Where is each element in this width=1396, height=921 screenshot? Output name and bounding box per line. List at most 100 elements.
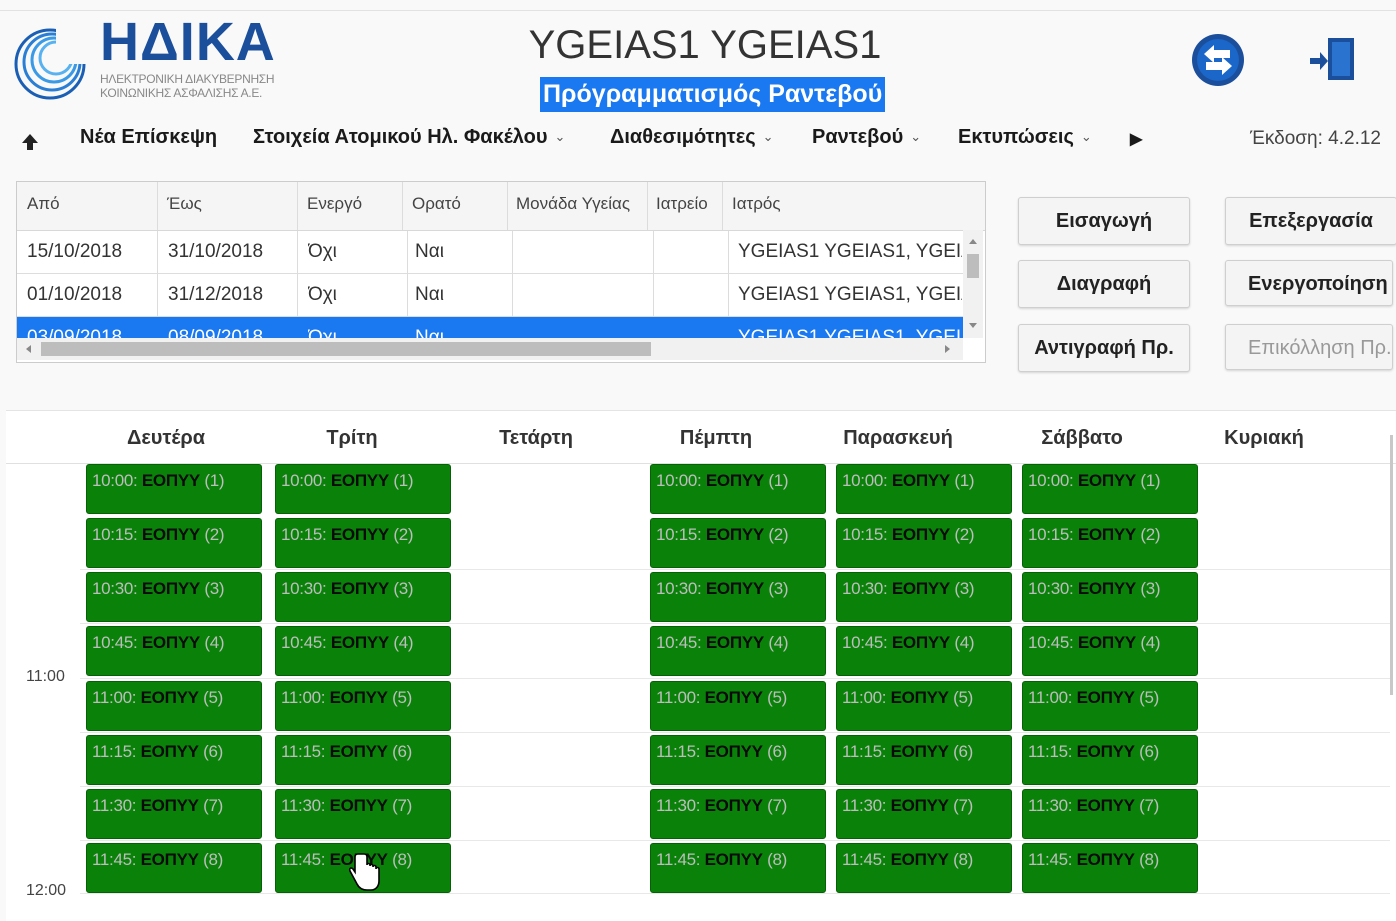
table-row[interactable]: 15/10/2018 31/10/2018 Όχι Ναι YGEIAS1 YG…: [17, 231, 963, 274]
appointment-slot[interactable]: 10:30: ΕΟΠΥΥ (3): [836, 572, 1012, 622]
appointment-slot[interactable]: 10:15: ΕΟΠΥΥ (2): [650, 518, 826, 568]
appointment-slot[interactable]: 10:00: ΕΟΠΥΥ (1): [836, 464, 1012, 514]
appointment-slot[interactable]: 11:30: ΕΟΠΥΥ (7): [275, 789, 451, 839]
col-header-health-unit[interactable]: Μονάδα Υγείας: [516, 194, 630, 214]
appointment-slot[interactable]: 11:45: ΕΟΠΥΥ (8): [836, 843, 1012, 893]
appointment-slot[interactable]: 11:30: ΕΟΠΥΥ (7): [86, 789, 262, 839]
slot-name: ΕΟΠΥΥ: [141, 471, 200, 490]
menu-appointments[interactable]: Ραντεβού ⌄: [812, 126, 921, 149]
slot-number: (3): [949, 579, 975, 598]
appointment-slot[interactable]: 11:00: ΕΟΠΥΥ (5): [275, 681, 451, 731]
appointment-slot[interactable]: 11:45: ΕΟΠΥΥ (8): [86, 843, 262, 893]
slot-time: 10:45:: [281, 633, 331, 652]
menu-more-arrow-icon[interactable]: ▶: [1130, 129, 1142, 149]
appointment-slot[interactable]: 10:45: ΕΟΠΥΥ (4): [1022, 626, 1198, 676]
appointment-slot[interactable]: 10:45: ΕΟΠΥΥ (4): [836, 626, 1012, 676]
slot-time: 11:45:: [92, 850, 141, 869]
appointment-slot[interactable]: 11:00: ΕΟΠΥΥ (5): [1022, 681, 1198, 731]
appointment-slot[interactable]: 11:30: ΕΟΠΥΥ (7): [650, 789, 826, 839]
table-row[interactable]: 01/10/2018 31/12/2018 Όχι Ναι YGEIAS1 YG…: [17, 274, 963, 317]
appointment-slot[interactable]: 10:15: ΕΟΠΥΥ (2): [1022, 518, 1198, 568]
appointment-slot[interactable]: 10:45: ΕΟΠΥΥ (4): [86, 626, 262, 676]
col-header-to[interactable]: Έως: [167, 194, 202, 214]
page-subtitle: Πρόγραμματισμός Ραντεβού: [540, 77, 886, 112]
appointment-slot[interactable]: 11:15: ΕΟΠΥΥ (6): [836, 735, 1012, 785]
paste-schedule-button[interactable]: Επικόλληση Πρ.: [1225, 324, 1393, 370]
slot-number: (7): [762, 796, 787, 815]
appointment-slot[interactable]: 11:15: ΕΟΠΥΥ (6): [86, 735, 262, 785]
appointment-slot[interactable]: 10:00: ΕΟΠΥΥ (1): [86, 464, 262, 514]
menu-prints[interactable]: Εκτυπώσεις ⌄: [958, 126, 1092, 149]
appointment-slot[interactable]: 10:45: ΕΟΠΥΥ (4): [650, 626, 826, 676]
logout-door-icon[interactable]: [1308, 34, 1360, 86]
grid-horizontal-scrollbar[interactable]: [17, 338, 963, 360]
appointment-slot[interactable]: 10:15: ΕΟΠΥΥ (2): [275, 518, 451, 568]
appointment-slot[interactable]: 10:30: ΕΟΠΥΥ (3): [86, 572, 262, 622]
menu-new-visit[interactable]: Νέα Επίσκεψη: [80, 126, 217, 149]
appointment-slot[interactable]: 11:45: ΕΟΠΥΥ (8): [650, 843, 826, 893]
appointment-slot[interactable]: 11:30: ΕΟΠΥΥ (7): [836, 789, 1012, 839]
col-header-office[interactable]: Ιατρείο: [656, 194, 708, 214]
copy-schedule-button[interactable]: Αντιγραφή Πρ.: [1018, 324, 1190, 372]
slot-name: ΕΟΠΥΥ: [330, 579, 389, 598]
day-header-sunday: Κυριακή: [1224, 427, 1304, 449]
slot-name: ΕΟΠΥΥ: [891, 633, 950, 652]
menu-availability-label: Διαθεσιμότητες: [610, 126, 756, 148]
slot-name: ΕΟΠΥΥ: [330, 633, 389, 652]
cell-from: 01/10/2018: [27, 284, 123, 305]
appointment-slot[interactable]: 10:30: ΕΟΠΥΥ (3): [1022, 572, 1198, 622]
activate-button[interactable]: Ενεργοποίηση: [1225, 260, 1393, 306]
appointment-slot[interactable]: 11:15: ΕΟΠΥΥ (6): [275, 735, 451, 785]
slot-time: 11:00:: [281, 688, 330, 707]
slot-name: ΕΟΠΥΥ: [890, 742, 949, 761]
slot-time: 10:45:: [92, 633, 142, 652]
edit-button[interactable]: Επεξεργασία: [1225, 197, 1396, 245]
table-row-selected[interactable]: 03/09/2018 08/09/2018 Όχι Ναι YGEIAS1 YG…: [17, 317, 963, 339]
slot-time: 10:30:: [842, 579, 892, 598]
appointment-slot[interactable]: 10:15: ΕΟΠΥΥ (2): [836, 518, 1012, 568]
slot-time: 11:15:: [1028, 742, 1077, 761]
appointment-slot[interactable]: 11:30: ΕΟΠΥΥ (7): [1022, 789, 1198, 839]
col-header-doctor[interactable]: Ιατρός: [732, 194, 781, 214]
menu-personal-record[interactable]: Στοιχεία Ατομικού Ηλ. Φακέλου ⌄: [253, 126, 565, 149]
delete-button[interactable]: Διαγραφή: [1018, 260, 1190, 308]
appointment-slot[interactable]: 11:45: ΕΟΠΥΥ (8): [1022, 843, 1198, 893]
switch-arrows-icon[interactable]: [1190, 32, 1246, 88]
slot-name: ΕΟΠΥΥ: [141, 579, 200, 598]
appointment-slot[interactable]: 11:00: ΕΟΠΥΥ (5): [86, 681, 262, 731]
appointment-slot[interactable]: 11:15: ΕΟΠΥΥ (6): [1022, 735, 1198, 785]
appointment-slot[interactable]: 10:00: ΕΟΠΥΥ (1): [650, 464, 826, 514]
slot-time: 10:45:: [1028, 633, 1078, 652]
cell-divider: [407, 274, 408, 316]
slot-time: 11:45:: [842, 850, 891, 869]
cell-visible: Ναι: [415, 241, 444, 262]
col-header-from[interactable]: Από: [27, 194, 60, 214]
appointment-slot[interactable]: 11:15: ΕΟΠΥΥ (6): [650, 735, 826, 785]
chevron-down-icon: ⌄: [910, 129, 922, 144]
appointment-slot[interactable]: 10:45: ΕΟΠΥΥ (4): [275, 626, 451, 676]
menu-availability[interactable]: Διαθεσιμότητες ⌄: [610, 126, 774, 149]
cell-divider: [728, 231, 729, 273]
insert-button[interactable]: Εισαγωγή: [1018, 197, 1190, 245]
grid-vertical-scrollbar[interactable]: [963, 230, 983, 338]
appointment-slot[interactable]: 10:00: ΕΟΠΥΥ (1): [275, 464, 451, 514]
slot-divider: [80, 623, 1390, 624]
slot-number: (1): [763, 471, 789, 490]
appointment-slot[interactable]: 11:00: ΕΟΠΥΥ (5): [650, 681, 826, 731]
cell-to: 31/12/2018: [168, 284, 264, 305]
slot-number: (7): [198, 796, 223, 815]
col-header-visible[interactable]: Ορατό: [412, 194, 461, 214]
slot-name: ΕΟΠΥΥ: [1076, 688, 1135, 707]
slot-divider: [80, 732, 1390, 733]
appointment-slot[interactable]: 10:30: ΕΟΠΥΥ (3): [275, 572, 451, 622]
cell-divider: [512, 231, 513, 273]
appointment-slot[interactable]: 10:15: ΕΟΠΥΥ (2): [86, 518, 262, 568]
appointment-slot[interactable]: 10:30: ΕΟΠΥΥ (3): [650, 572, 826, 622]
cell-divider: [653, 274, 654, 316]
appointment-slot[interactable]: 10:00: ΕΟΠΥΥ (1): [1022, 464, 1198, 514]
slot-time: 11:30:: [1028, 796, 1077, 815]
col-header-active[interactable]: Ενεργό: [307, 194, 362, 214]
arrow-up-icon[interactable]: [20, 132, 40, 152]
appointment-slot[interactable]: 11:00: ΕΟΠΥΥ (5): [836, 681, 1012, 731]
calendar-scrollbar[interactable]: [1390, 435, 1393, 695]
